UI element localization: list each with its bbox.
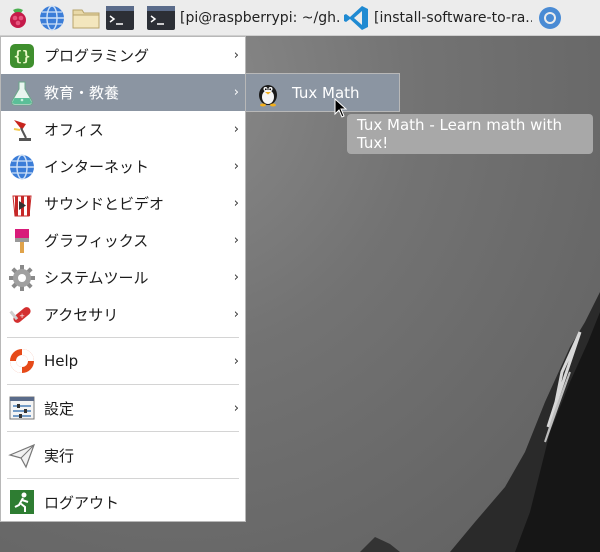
file-manager-folder-icon[interactable] <box>70 2 102 34</box>
submenu-arrow-icon: › <box>233 48 239 63</box>
education-submenu: Tux Math <box>245 73 400 112</box>
menu-item-education[interactable]: 教育・教養 › <box>1 74 245 111</box>
taskbar-task-vscode[interactable]: [install-software-to-ra... <box>340 2 532 34</box>
menu-item-internet[interactable]: インターネット › <box>1 148 245 185</box>
education-flask-icon <box>6 77 38 109</box>
menu-item-sound-video[interactable]: サウンドとビデオ › <box>1 185 245 222</box>
programming-braces-icon: {} <box>6 40 38 72</box>
system-gear-icon <box>6 262 38 294</box>
svg-text:{}: {} <box>14 49 31 65</box>
raspberry-menu-icon[interactable] <box>2 2 34 34</box>
submenu-arrow-icon: › <box>233 159 239 174</box>
help-lifebuoy-icon <box>6 345 38 377</box>
menu-item-graphics[interactable]: グラフィックス › <box>1 222 245 259</box>
submenu-item-label: Tux Math <box>292 83 360 102</box>
graphics-brush-icon <box>6 225 38 257</box>
chromium-icon[interactable] <box>534 2 566 34</box>
submenu-arrow-icon: › <box>233 270 239 285</box>
submenu-arrow-icon: › <box>233 196 239 211</box>
menu-item-label: サウンドとビデオ <box>44 195 165 213</box>
office-lamp-icon <box>6 114 38 146</box>
terminal-icon <box>146 2 176 34</box>
vscode-icon <box>342 2 370 34</box>
taskbar-task-label: [pi@raspberrypi: ~/gh... <box>180 9 340 26</box>
accessories-knife-icon: + <box>6 299 38 331</box>
menu-item-system-tools[interactable]: システムツール › <box>1 259 245 296</box>
menu-item-run[interactable]: 実行 <box>1 432 245 478</box>
menu-item-label: システムツール <box>44 269 149 287</box>
menu-item-settings[interactable]: 設定 › <box>1 385 245 431</box>
menu-item-help[interactable]: Help › <box>1 338 245 384</box>
menu-item-label: 設定 <box>44 399 75 418</box>
menu-item-label: オフィス <box>44 121 104 139</box>
mouse-cursor-icon <box>334 98 348 118</box>
menu-item-label: グラフィックス <box>44 232 149 250</box>
menu-item-office[interactable]: オフィス › <box>1 111 245 148</box>
taskbar: [pi@raspberrypi: ~/gh... [install-softwa… <box>0 0 600 36</box>
terminal-icon[interactable] <box>104 2 136 34</box>
menu-item-label: プログラミング <box>44 47 150 65</box>
settings-sliders-icon <box>6 392 38 424</box>
application-menu: {} プログラミング › 教育・教養 › オフィス › インターネット › サウ… <box>0 36 246 522</box>
submenu-item-tux-math[interactable]: Tux Math <box>246 74 399 111</box>
menu-item-programming[interactable]: {} プログラミング › <box>1 37 245 74</box>
menu-item-logout[interactable]: ログアウト <box>1 479 245 525</box>
taskbar-task-label: [install-software-to-ra... <box>374 9 532 26</box>
internet-globe-icon <box>6 151 38 183</box>
svg-text:+: + <box>19 312 25 320</box>
popcorn-media-icon <box>6 188 38 220</box>
tooltip-text: Tux Math - Learn math with Tux! <box>357 116 562 152</box>
menu-item-label: アクセサリ <box>44 306 119 324</box>
submenu-arrow-icon: › <box>233 353 239 369</box>
submenu-arrow-icon: › <box>233 85 239 100</box>
menu-item-accessories[interactable]: + アクセサリ › <box>1 296 245 333</box>
menu-item-label: Help <box>44 352 79 370</box>
submenu-arrow-icon: › <box>233 307 239 322</box>
run-paper-plane-icon <box>6 439 38 471</box>
submenu-arrow-icon: › <box>233 122 239 137</box>
menu-item-label: 実行 <box>44 446 75 465</box>
mountain-wallpaper <box>360 292 600 552</box>
menu-item-label: ログアウト <box>44 493 120 512</box>
submenu-arrow-icon: › <box>233 233 239 248</box>
web-browser-globe-icon[interactable] <box>36 2 68 34</box>
tux-penguin-icon <box>252 77 284 109</box>
logout-exit-icon <box>6 486 38 518</box>
submenu-arrow-icon: › <box>233 400 239 416</box>
menu-item-label: インターネット <box>44 158 150 176</box>
taskbar-task-terminal[interactable]: [pi@raspberrypi: ~/gh... <box>144 2 340 34</box>
tooltip: Tux Math - Learn math with Tux! <box>347 114 593 154</box>
menu-item-label: 教育・教養 <box>44 84 120 102</box>
